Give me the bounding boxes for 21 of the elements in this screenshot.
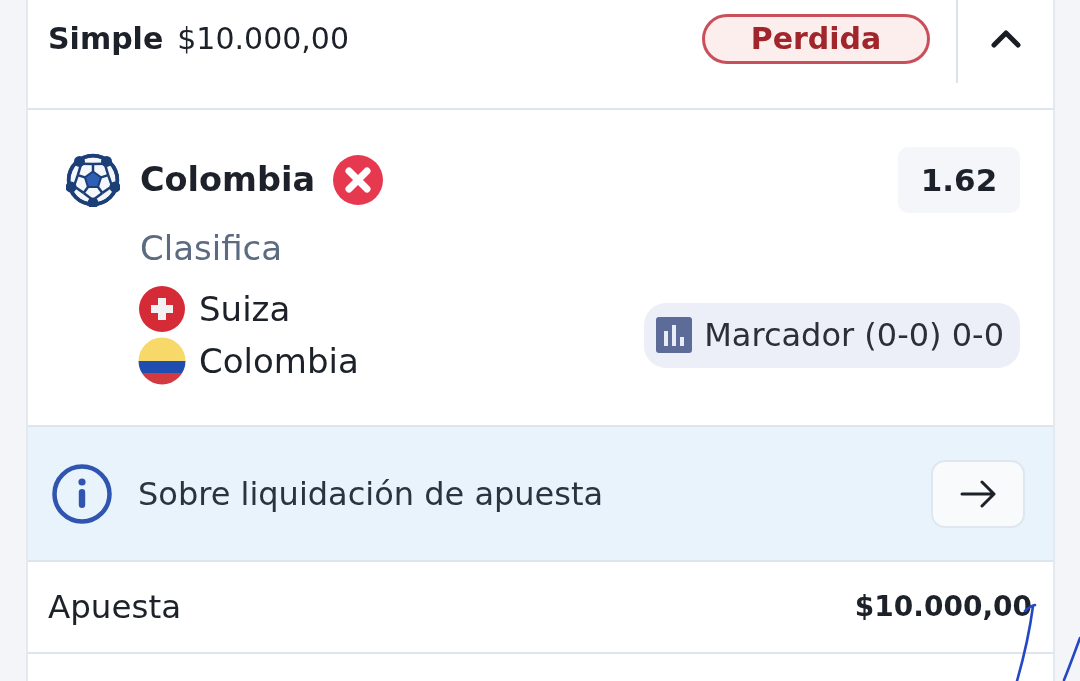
settlement-info-text: Sobre liquidación de apuesta: [138, 473, 604, 515]
bet-type-label: Simple: [48, 20, 164, 58]
participant-name: Suiza: [199, 289, 291, 329]
score-text: Marcador (0-0) 0-0: [704, 315, 1004, 356]
bet-stake-amount: $10.000,00: [177, 20, 350, 58]
open-settlement-info-button[interactable]: [931, 459, 1025, 528]
pen-stroke: [1062, 636, 1080, 681]
selection-team-name: Colombia: [140, 158, 316, 201]
market-name: Clasifica: [140, 229, 283, 267]
soccer-ball-icon: [66, 153, 120, 207]
summary-label: Apuesta: [48, 586, 182, 628]
status-badge: Perdida: [702, 13, 930, 64]
bar-chart-icon: [656, 317, 693, 353]
info-icon: [52, 463, 112, 524]
summary-value: $10.000,00: [854, 589, 1032, 625]
chevron-up-icon: [990, 27, 1021, 50]
participant-name: Colombia: [199, 341, 359, 381]
swiss-flag-icon: [138, 285, 186, 333]
arrow-right-icon: [960, 478, 996, 509]
odds-value: 1.62: [898, 147, 1020, 213]
colombian-flag-icon: [138, 337, 186, 385]
